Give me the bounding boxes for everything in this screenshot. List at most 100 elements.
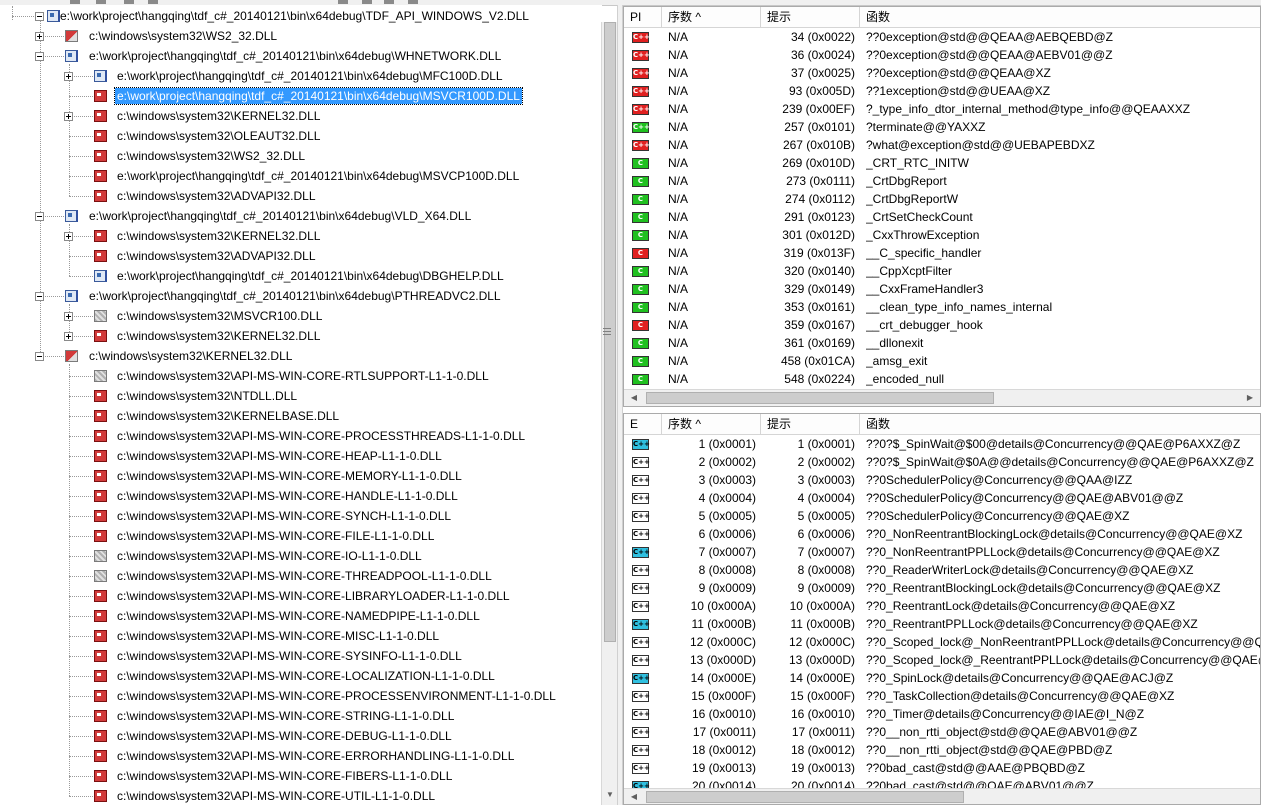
tree-node[interactable]: e:\work\project\hangqing\tdf_c#_20140121… bbox=[0, 66, 600, 86]
tree-node[interactable]: c:\windows\system32\KERNEL32.DLL bbox=[0, 226, 600, 246]
tree-node[interactable]: c:\windows\system32\MSVCR100.DLL bbox=[0, 306, 600, 326]
tree-node[interactable]: c:\windows\system32\WS2_32.DLL bbox=[0, 26, 600, 46]
tree-node[interactable]: e:\work\project\hangqing\tdf_c#_20140121… bbox=[0, 86, 600, 106]
tree-node[interactable]: e:\work\project\hangqing\tdf_c#_20140121… bbox=[0, 46, 600, 66]
import-function-row[interactable]: C N/A 273 (0x0111) _CrtDbgReport bbox=[624, 172, 1260, 190]
import-scroll-left-arrow[interactable]: ◀ bbox=[626, 390, 642, 406]
export-function-row[interactable]: C++ 13 (0x000D) 13 (0x000D) ??0_Scoped_lock… bbox=[624, 651, 1260, 669]
tree-node[interactable]: c:\windows\system32\API-MS-WIN-CORE-HEAP… bbox=[0, 446, 600, 466]
export-scroll-left-arrow[interactable]: ◀ bbox=[626, 789, 642, 804]
tree-node[interactable]: c:\windows\system32\OLEAUT32.DLL bbox=[0, 126, 600, 146]
tree-node[interactable]: e:\work\project\hangqing\tdf_c#_20140121… bbox=[0, 286, 600, 306]
tree-node[interactable]: e:\work\project\hangqing\tdf_c#_20140121… bbox=[0, 6, 600, 26]
tree-node[interactable]: c:\windows\system32\ADVAPI32.DLL bbox=[0, 186, 600, 206]
expand-plus-icon[interactable] bbox=[64, 332, 73, 341]
export-horizontal-scrollbar[interactable]: ◀ bbox=[624, 788, 1260, 804]
module-tree[interactable]: e:\work\project\hangqing\tdf_c#_20140121… bbox=[0, 5, 602, 805]
export-function-row[interactable]: C++ 2 (0x0002) 2 (0x0002) ??0?$_SpinWait@$0… bbox=[624, 453, 1260, 471]
export-header-e[interactable]: E bbox=[624, 414, 662, 434]
export-function-row[interactable]: C++ 17 (0x0011) 17 (0x0011) ??0__non_rtti_o… bbox=[624, 723, 1260, 741]
expand-plus-icon[interactable] bbox=[64, 312, 73, 321]
import-function-row[interactable]: C N/A 548 (0x0224) _encoded_null bbox=[624, 370, 1260, 388]
import-function-row[interactable]: C++ N/A 239 (0x00EF) ?_type_info_dtor_inter… bbox=[624, 100, 1260, 118]
export-header-function[interactable]: 函数 bbox=[860, 414, 1260, 434]
tree-node[interactable]: c:\windows\system32\API-MS-WIN-CORE-THRE… bbox=[0, 566, 600, 586]
tree-node[interactable]: c:\windows\system32\API-MS-WIN-CORE-LOCA… bbox=[0, 666, 600, 686]
import-function-row[interactable]: C N/A 291 (0x0123) _CrtSetCheckCount bbox=[624, 208, 1260, 226]
export-hscroll-thumb[interactable] bbox=[646, 791, 964, 803]
import-header-ordinal[interactable]: 序数 ^ bbox=[662, 7, 761, 27]
tree-node[interactable]: c:\windows\system32\NTDLL.DLL bbox=[0, 386, 600, 406]
export-function-row[interactable]: C++ 7 (0x0007) 7 (0x0007) ??0_NonReentrantP… bbox=[624, 543, 1260, 561]
import-function-row[interactable]: C N/A 301 (0x012D) _CxxThrowException bbox=[624, 226, 1260, 244]
splitter-grip-icon[interactable] bbox=[603, 328, 611, 338]
tree-node[interactable]: c:\windows\system32\API-MS-WIN-CORE-IO-L… bbox=[0, 546, 600, 566]
tree-node[interactable]: c:\windows\system32\API-MS-WIN-CORE-FIBE… bbox=[0, 766, 600, 786]
export-function-row[interactable]: C++ 11 (0x000B) 11 (0x000B) ??0_ReentrantPP… bbox=[624, 615, 1260, 633]
tree-node[interactable]: c:\windows\system32\API-MS-WIN-CORE-UTIL… bbox=[0, 786, 600, 805]
export-header-ordinal[interactable]: 序数 ^ bbox=[662, 414, 761, 434]
import-header-pi[interactable]: PI bbox=[624, 7, 662, 27]
expand-plus-icon[interactable] bbox=[64, 72, 73, 81]
export-function-row[interactable]: C++ 1 (0x0001) 1 (0x0001) ??0?$_SpinWait@$0… bbox=[624, 435, 1260, 453]
tree-node[interactable]: c:\windows\system32\API-MS-WIN-CORE-STRI… bbox=[0, 706, 600, 726]
tree-node[interactable]: e:\work\project\hangqing\tdf_c#_20140121… bbox=[0, 166, 600, 186]
import-function-row[interactable]: C N/A 329 (0x0149) __CxxFrameHandler3 bbox=[624, 280, 1260, 298]
import-function-row[interactable]: C N/A 320 (0x0140) __CppXcptFilter bbox=[624, 262, 1260, 280]
import-header-hint[interactable]: 提示 bbox=[761, 7, 860, 27]
export-function-row[interactable]: C++ 18 (0x0012) 18 (0x0012) ??0__non_rtti_o… bbox=[624, 741, 1260, 759]
tree-node[interactable]: c:\windows\system32\KERNEL32.DLL bbox=[0, 326, 600, 346]
tree-node[interactable]: c:\windows\system32\API-MS-WIN-CORE-FILE… bbox=[0, 526, 600, 546]
export-function-row[interactable]: C++ 8 (0x0008) 8 (0x0008) ??0_ReaderWriterL… bbox=[624, 561, 1260, 579]
tree-node[interactable]: c:\windows\system32\API-MS-WIN-CORE-SYNC… bbox=[0, 506, 600, 526]
import-function-row[interactable]: C++ N/A 34 (0x0022) ??0exception@std@@QEAA@… bbox=[624, 28, 1260, 46]
export-header-hint[interactable]: 提示 bbox=[761, 414, 860, 434]
import-function-row[interactable]: C++ N/A 257 (0x0101) ?terminate@@YAXXZ bbox=[624, 118, 1260, 136]
export-function-row[interactable]: C++ 12 (0x000C) 12 (0x000C) ??0_Scoped_lock… bbox=[624, 633, 1260, 651]
import-function-row[interactable]: C++ N/A 36 (0x0024) ??0exception@std@@QEAA@… bbox=[624, 46, 1260, 64]
export-function-row[interactable]: C++ 6 (0x0006) 6 (0x0006) ??0_NonReentrantB… bbox=[624, 525, 1260, 543]
expand-plus-icon[interactable] bbox=[64, 112, 73, 121]
import-function-row[interactable]: C N/A 361 (0x0169) __dllonexit bbox=[624, 334, 1260, 352]
import-hscroll-thumb[interactable] bbox=[646, 392, 994, 404]
expand-plus-icon[interactable] bbox=[64, 232, 73, 241]
tree-node[interactable]: c:\windows\system32\API-MS-WIN-CORE-PROC… bbox=[0, 686, 600, 706]
import-header-function[interactable]: 函数 bbox=[860, 7, 1260, 27]
tree-node[interactable]: c:\windows\system32\API-MS-WIN-CORE-LIBR… bbox=[0, 586, 600, 606]
import-horizontal-scrollbar[interactable]: ◀ ▶ bbox=[624, 389, 1260, 406]
import-function-row[interactable]: C N/A 269 (0x010D) _CRT_RTC_INITW bbox=[624, 154, 1260, 172]
import-function-row[interactable]: C N/A 274 (0x0112) _CrtDbgReportW bbox=[624, 190, 1260, 208]
tree-node[interactable]: c:\windows\system32\API-MS-WIN-CORE-DEBU… bbox=[0, 726, 600, 746]
tree-vertical-scrollbar[interactable]: ▼ bbox=[601, 22, 618, 805]
tree-node[interactable]: c:\windows\system32\ADVAPI32.DLL bbox=[0, 246, 600, 266]
export-function-row[interactable]: C++ 4 (0x0004) 4 (0x0004) ??0SchedulerPolic… bbox=[624, 489, 1260, 507]
import-function-row[interactable]: C++ N/A 93 (0x005D) ??1exception@std@@UEAA@… bbox=[624, 82, 1260, 100]
collapse-minus-icon[interactable] bbox=[35, 292, 44, 301]
export-function-row[interactable]: C++ 19 (0x0013) 19 (0x0013) ??0bad_cast@std… bbox=[624, 759, 1260, 777]
export-function-row[interactable]: C++ 9 (0x0009) 9 (0x0009) ??0_ReentrantBloc… bbox=[624, 579, 1260, 597]
tree-node[interactable]: c:\windows\system32\KERNELBASE.DLL bbox=[0, 406, 600, 426]
export-function-row[interactable]: C++ 10 (0x000A) 10 (0x000A) ??0_ReentrantLo… bbox=[624, 597, 1260, 615]
collapse-minus-icon[interactable] bbox=[35, 352, 44, 361]
export-function-row[interactable]: C++ 15 (0x000F) 15 (0x000F) ??0_TaskCollect… bbox=[624, 687, 1260, 705]
export-function-row[interactable]: C++ 16 (0x0010) 16 (0x0010) ??0_Timer@detai… bbox=[624, 705, 1260, 723]
export-function-row[interactable]: C++ 3 (0x0003) 3 (0x0003) ??0SchedulerPolic… bbox=[624, 471, 1260, 489]
tree-node[interactable]: e:\work\project\hangqing\tdf_c#_20140121… bbox=[0, 266, 600, 286]
tree-node[interactable]: c:\windows\system32\API-MS-WIN-CORE-SYSI… bbox=[0, 646, 600, 666]
tree-node[interactable]: c:\windows\system32\API-MS-WIN-CORE-HAND… bbox=[0, 486, 600, 506]
tree-node[interactable]: c:\windows\system32\API-MS-WIN-CORE-MEMO… bbox=[0, 466, 600, 486]
tree-node[interactable]: c:\windows\system32\API-MS-WIN-CORE-RTLS… bbox=[0, 366, 600, 386]
tree-node[interactable]: e:\work\project\hangqing\tdf_c#_20140121… bbox=[0, 206, 600, 226]
expand-plus-icon[interactable] bbox=[35, 32, 44, 41]
collapse-minus-icon[interactable] bbox=[35, 212, 44, 221]
tree-node[interactable]: c:\windows\system32\KERNEL32.DLL bbox=[0, 106, 600, 126]
tree-node[interactable]: c:\windows\system32\API-MS-WIN-CORE-NAME… bbox=[0, 606, 600, 626]
import-function-row[interactable]: C N/A 319 (0x013F) __C_specific_handler bbox=[624, 244, 1260, 262]
import-function-row[interactable]: C++ N/A 37 (0x0025) ??0exception@std@@QEAA@… bbox=[624, 64, 1260, 82]
import-function-row[interactable]: C++ N/A 267 (0x010B) ?what@exception@std@@U… bbox=[624, 136, 1260, 154]
export-function-row[interactable]: C++ 14 (0x000E) 14 (0x000E) ??0_SpinLock@de… bbox=[624, 669, 1260, 687]
tree-node[interactable]: c:\windows\system32\API-MS-WIN-CORE-PROC… bbox=[0, 426, 600, 446]
tree-node[interactable]: c:\windows\system32\WS2_32.DLL bbox=[0, 146, 600, 166]
import-function-row[interactable]: C N/A 359 (0x0167) __crt_debugger_hook bbox=[624, 316, 1260, 334]
import-scroll-right-arrow[interactable]: ▶ bbox=[1242, 390, 1258, 406]
